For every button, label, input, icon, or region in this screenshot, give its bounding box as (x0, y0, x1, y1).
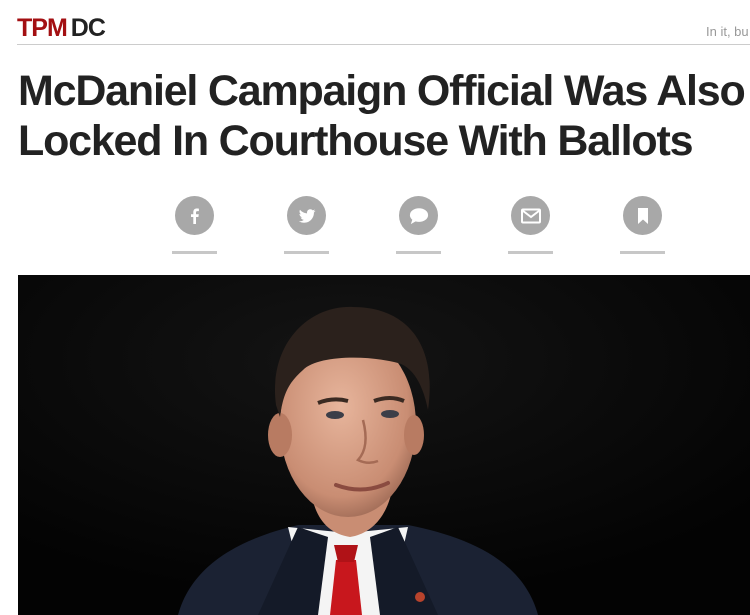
bookmark-icon (623, 196, 662, 235)
share-underline (284, 251, 329, 254)
share-facebook-button[interactable] (172, 196, 217, 256)
site-header: TPM DC In it, bu (0, 0, 750, 45)
article-headline: McDaniel Campaign Official Was Also Lock… (18, 67, 746, 165)
share-bar (0, 196, 750, 256)
header-teaser-text[interactable]: In it, bu (706, 24, 749, 39)
brand-primary: TPM (17, 14, 68, 42)
email-icon (511, 196, 550, 235)
site-logo[interactable]: TPM DC (17, 14, 106, 42)
share-bookmark-button[interactable] (620, 196, 665, 256)
twitter-icon (287, 196, 326, 235)
share-underline (508, 251, 553, 254)
share-comment-button[interactable] (396, 196, 441, 256)
share-underline (396, 251, 441, 254)
header-divider (17, 44, 750, 45)
share-underline (620, 251, 665, 254)
comment-icon (399, 196, 438, 235)
brand-secondary: DC (70, 14, 106, 42)
facebook-icon (175, 196, 214, 235)
share-underline (172, 251, 217, 254)
share-email-button[interactable] (508, 196, 553, 256)
article-hero-image[interactable] (18, 275, 750, 615)
share-twitter-button[interactable] (284, 196, 329, 256)
